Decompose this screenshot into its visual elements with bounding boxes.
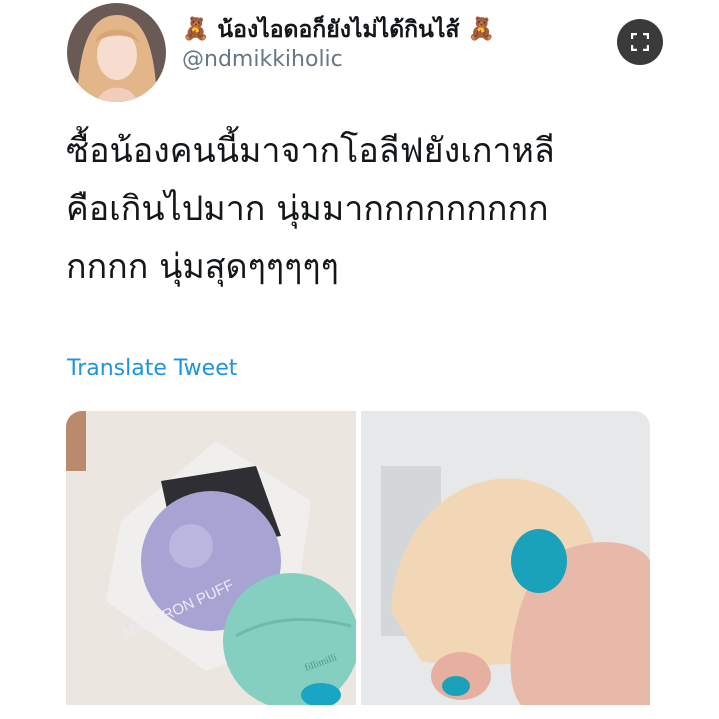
puff-in-hand-photo <box>361 411 650 705</box>
product-photo-box: MACARON PUFF fillimilli <box>66 411 356 705</box>
avatar[interactable] <box>67 3 166 102</box>
teddy-bear-icon: 🧸 <box>467 17 495 42</box>
translate-tweet-link[interactable]: Translate Tweet <box>67 356 237 381</box>
display-name[interactable]: 🧸 น้องไอดอก็ยังไม่ได้กินไส้ 🧸 <box>182 12 495 48</box>
expand-button[interactable] <box>617 19 663 65</box>
expand-icon <box>631 33 649 51</box>
photo-right[interactable] <box>361 411 650 705</box>
avatar-image <box>77 15 157 102</box>
display-name-text: น้องไอดอก็ยังไม่ได้กินไส้ <box>217 17 460 43</box>
teddy-bear-icon: 🧸 <box>182 17 210 42</box>
tweet-text: ซื้อน้องคนนี้มาจากโอลีฟยังเกาหลี คือเกิน… <box>66 131 555 287</box>
user-handle[interactable]: @ndmikkiholic <box>182 47 343 72</box>
photo-left[interactable]: MACARON PUFF fillimilli <box>66 411 356 705</box>
